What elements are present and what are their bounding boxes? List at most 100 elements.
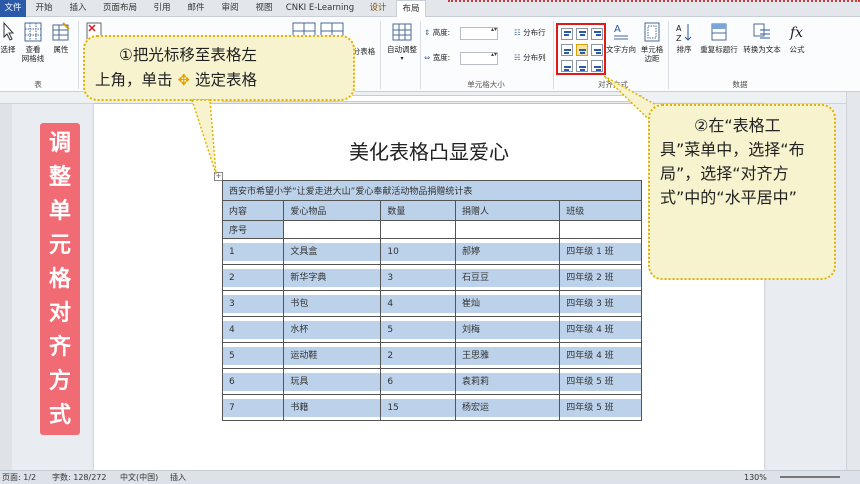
height-text: 高度: (432, 28, 451, 37)
height-input[interactable] (460, 27, 498, 40)
zoom-slider[interactable] (780, 476, 840, 478)
properties-button[interactable]: 属性 (50, 21, 72, 54)
distribute-cols-button[interactable]: ☵ 分布列 (514, 53, 554, 62)
table-cell[interactable]: 刘梅 (454, 316, 561, 343)
instruction-callout-1: ①把光标移至表格左 上角，单击 ✥ 选定表格 (83, 35, 355, 101)
table-cell[interactable]: 崔灿 (454, 290, 561, 317)
align-top-left-button[interactable] (561, 28, 573, 40)
table-cell[interactable]: 4 (380, 290, 456, 317)
table-cell[interactable]: 郝婷 (454, 238, 561, 265)
text-direction-button[interactable]: A 文字方向 (606, 21, 636, 54)
table-cell[interactable]: 6 (221, 368, 285, 395)
table-cell[interactable]: 10 (380, 238, 456, 265)
cell-text: 崔灿 (455, 294, 560, 313)
word-count[interactable]: 字数: 128/272 (52, 471, 106, 484)
cell-text: 4 (223, 320, 284, 339)
width-input[interactable] (460, 52, 498, 65)
cell-margins-icon (644, 22, 660, 42)
sort-label: 排序 (676, 45, 692, 54)
table-cell[interactable]: 水杯 (283, 316, 382, 343)
tab-view[interactable]: 视图 (250, 0, 278, 17)
table-cell[interactable]: 杨宏运 (454, 394, 561, 421)
sort-button[interactable]: AZ 排序 (672, 21, 696, 54)
table-cell[interactable]: 1 (221, 238, 285, 265)
select-button[interactable]: 选择 (0, 21, 16, 54)
header-cell[interactable] (454, 220, 561, 239)
page-count[interactable]: 页面: 1/2 (2, 471, 36, 484)
tab-home[interactable]: 开始 (30, 0, 58, 17)
header-cell[interactable]: 内容 (221, 200, 285, 221)
left-margin-strip (0, 104, 12, 470)
tab-references[interactable]: 引用 (148, 0, 176, 17)
table-cell[interactable]: 6 (380, 368, 456, 395)
formula-button[interactable]: fx 公式 (786, 21, 808, 54)
table-cell[interactable]: 玩具 (283, 368, 382, 395)
table-cell[interactable]: 四年级 5 班 (559, 394, 642, 421)
header-cell[interactable]: 班级 (559, 200, 642, 221)
align-bottom-left-button[interactable] (561, 60, 573, 72)
zoom-level[interactable]: 130% (744, 471, 767, 484)
cell-text: 四年级 2 班 (560, 268, 641, 287)
table-cell[interactable]: 书籍 (283, 394, 382, 421)
repeat-header-button[interactable]: 重复标题行 (698, 21, 740, 54)
tab-file[interactable]: 文件 (0, 0, 26, 17)
cell-margins-button[interactable]: 单元格 边距 (638, 21, 666, 63)
view-gridlines-button[interactable]: 查看 网格线 (20, 21, 46, 63)
table-cell[interactable]: 2 (380, 342, 456, 369)
table-cell[interactable]: 四年级 3 班 (559, 290, 642, 317)
tab-design[interactable]: 设计 (364, 0, 392, 17)
cell-text: 四年级 5 班 (560, 372, 641, 391)
table-cell[interactable]: 4 (221, 316, 285, 343)
language[interactable]: 中文(中国) (120, 471, 158, 484)
table-cell[interactable]: 5 (221, 342, 285, 369)
table-cell[interactable]: 2 (221, 264, 285, 291)
align-bottom-right-button[interactable] (591, 60, 603, 72)
tab-review[interactable]: 审阅 (216, 0, 244, 17)
header-cell[interactable]: 爱心物品 (283, 200, 382, 221)
align-center-button[interactable] (576, 44, 588, 56)
align-top-center-button[interactable] (576, 28, 588, 40)
table-cell[interactable]: 王思雅 (454, 342, 561, 369)
table-cell[interactable]: 3 (380, 264, 456, 291)
distribute-rows-button[interactable]: ☷ 分布行 (514, 28, 554, 37)
tab-page-layout[interactable]: 页面布局 (98, 0, 142, 17)
autofit-label: 自动调整 (387, 45, 417, 54)
table-cell[interactable]: 3 (221, 290, 285, 317)
table-cell[interactable]: 书包 (283, 290, 382, 317)
tab-layout[interactable]: 布局 (396, 0, 426, 18)
align-top-right-button[interactable] (591, 28, 603, 40)
tab-insert[interactable]: 插入 (64, 0, 92, 17)
convert-text-button[interactable]: 转换为文本 (740, 21, 784, 54)
table-cell[interactable]: 石豆豆 (454, 264, 561, 291)
align-bottom-center-button[interactable] (576, 60, 588, 72)
header-cell[interactable] (559, 220, 642, 239)
table-cell[interactable]: 5 (380, 316, 456, 343)
header-cell[interactable] (380, 220, 456, 239)
table-cell[interactable]: 四年级 5 班 (559, 368, 642, 395)
table-title-cell[interactable]: 西安市希望小学“让爱走进大山”爱心奉献活动物品捐赠统计表 (222, 180, 642, 201)
table-row: 7 书籍 15 杨宏运 四年级 5 班 (221, 394, 642, 421)
autofit-icon (392, 23, 412, 41)
autofit-button[interactable]: 自动调整 ▾ (384, 21, 420, 63)
header-cell[interactable]: 数量 (380, 200, 456, 221)
distribute-cols-icon: ☵ (514, 53, 521, 62)
align-middle-left-button[interactable] (561, 44, 573, 56)
table-cell[interactable]: 四年级 2 班 (559, 264, 642, 291)
header-cell[interactable] (283, 220, 382, 239)
table-cell[interactable]: 7 (221, 394, 285, 421)
insert-mode[interactable]: 插入 (170, 471, 186, 484)
table-cell[interactable]: 新华字典 (283, 264, 382, 291)
table-cell[interactable]: 文具盒 (283, 238, 382, 265)
header-cell[interactable]: 捐赠人 (454, 200, 561, 221)
tab-mailings[interactable]: 邮件 (182, 0, 210, 17)
header-cell[interactable]: 序号 (221, 220, 285, 239)
table-cell[interactable]: 运动鞋 (283, 342, 382, 369)
table-cell[interactable]: 四年级 4 班 (559, 316, 642, 343)
table-cell[interactable]: 四年级 4 班 (559, 342, 642, 369)
vertical-scrollbar[interactable] (846, 92, 860, 470)
align-middle-right-button[interactable] (591, 44, 603, 56)
tab-cnki[interactable]: CNKI E-Learning (284, 0, 356, 17)
table-cell[interactable]: 袁莉莉 (454, 368, 561, 395)
table-cell[interactable]: 四年级 1 班 (559, 238, 642, 265)
table-cell[interactable]: 15 (380, 394, 456, 421)
